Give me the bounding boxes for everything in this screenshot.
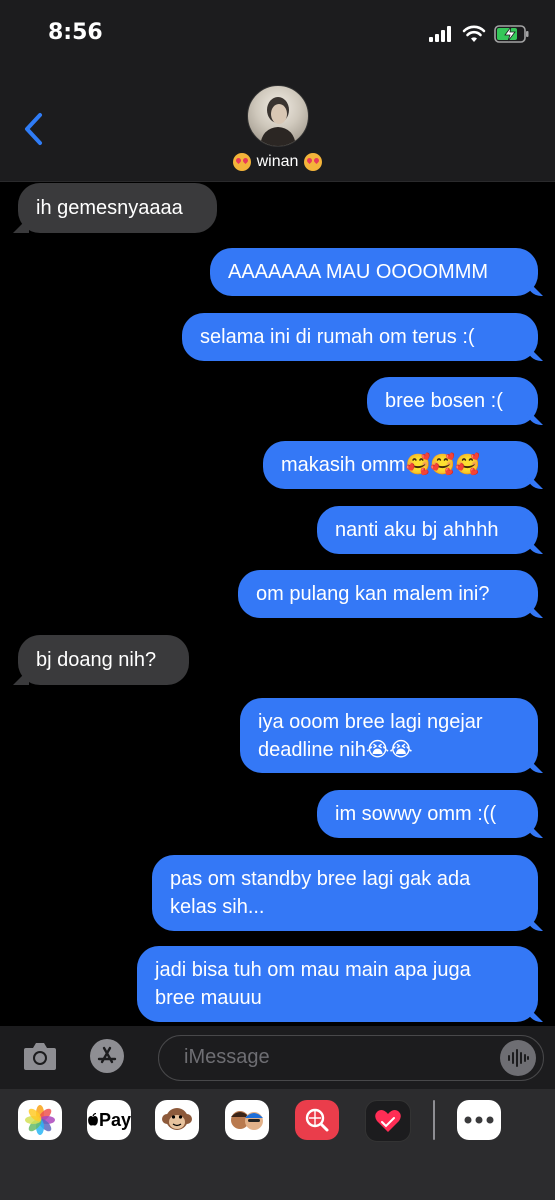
photos-app-icon[interactable] [18,1100,62,1140]
digital-touch-heart-icon[interactable] [365,1100,411,1142]
heart-eyes-cat-emoji-icon [304,153,323,171]
globe-search-icon [305,1108,329,1132]
message-bubble-incoming[interactable]: bj doang nih? [18,635,189,685]
waveform-glyph-icon [508,1049,529,1067]
memoji-faces-icon [231,1111,263,1130]
contact-name: winan [256,153,299,170]
message-bubble-incoming[interactable]: ih gemesnyaaaa [18,183,217,233]
message-text: AAAAAAA MAU OOOOMMM [228,261,489,283]
message-text: om pulang kan malem ini? [256,583,490,605]
image-search-icon[interactable] [295,1100,339,1140]
memoji-monkey-icon[interactable] [155,1100,199,1140]
heart-icon [375,1110,401,1132]
message-text: ih gemesnyaaaa [36,197,183,219]
photos-flower-icon [25,1105,55,1135]
contact-avatar[interactable] [247,85,309,147]
heart-eyes-cat-emoji-icon [232,153,251,171]
message-bubble-outgoing[interactable]: im sowwy omm :(( [317,790,538,838]
camera-icon[interactable] [22,1040,58,1072]
message-bubble-outgoing[interactable]: iya ooom bree lagi ngejar deadline nih😭😭 [240,698,538,773]
message-text: im sowwy omm :(( [335,803,497,825]
audio-waveform-icon[interactable] [500,1040,536,1076]
cellular-signal-icon [429,26,451,42]
apple-logo-icon [88,1113,98,1126]
message-text: pas om standby bree lagi gak ada kelas s… [170,868,471,918]
message-text: nanti aku bj ahhhh [335,519,499,541]
message-bubble-outgoing[interactable]: nanti aku bj ahhhh [317,506,538,554]
message-bubble-outgoing[interactable]: bree bosen :( [367,377,538,425]
status-time: 8:56 [48,20,103,45]
battery-charging-icon [494,25,529,43]
apple-pay-icon[interactable]: Pay [87,1100,131,1140]
messages-screen: 8:56 winan ih gemesnyaaaa AAAAAAA MAU OO… [0,0,555,1200]
app-store-icon[interactable] [90,1039,124,1073]
message-bubble-outgoing[interactable]: jadi bisa tuh om mau main apa juga bree … [137,946,538,1022]
message-bubble-outgoing[interactable]: makasih omm🥰🥰🥰 [263,441,538,489]
message-bubble-outgoing[interactable]: AAAAAAA MAU OOOOMMM [210,248,538,296]
message-bubble-outgoing[interactable]: om pulang kan malem ini? [238,570,538,618]
apple-pay-label: Pay [98,1109,131,1130]
contact-name-row[interactable]: winan [0,150,555,174]
message-text: jadi bisa tuh om mau main apa juga bree … [155,959,471,1009]
message-bubble-outgoing[interactable]: selama ini di rumah om terus :( [182,313,538,361]
message-text: selama ini di rumah om terus :( [200,326,475,348]
app-store-glyph-icon [97,1046,117,1064]
ellipsis-icon [464,1116,494,1124]
message-text: makasih omm🥰🥰🥰 [281,454,481,476]
monkey-face-icon [162,1108,192,1130]
tray-divider [433,1100,435,1140]
memoji-people-icon[interactable] [225,1100,269,1140]
avatar-photo-icon [260,97,296,146]
message-text: bree bosen :( [385,390,503,412]
back-button[interactable] [20,112,48,146]
wifi-icon [462,25,486,42]
message-text: iya ooom bree lagi ngejar deadline nih😭😭 [258,710,483,761]
message-bubble-outgoing[interactable]: pas om standby bree lagi gak ada kelas s… [152,855,538,931]
imessage-placeholder: iMessage [184,1046,270,1068]
message-text: bj doang nih? [36,649,157,671]
more-apps-icon[interactable] [457,1100,501,1140]
